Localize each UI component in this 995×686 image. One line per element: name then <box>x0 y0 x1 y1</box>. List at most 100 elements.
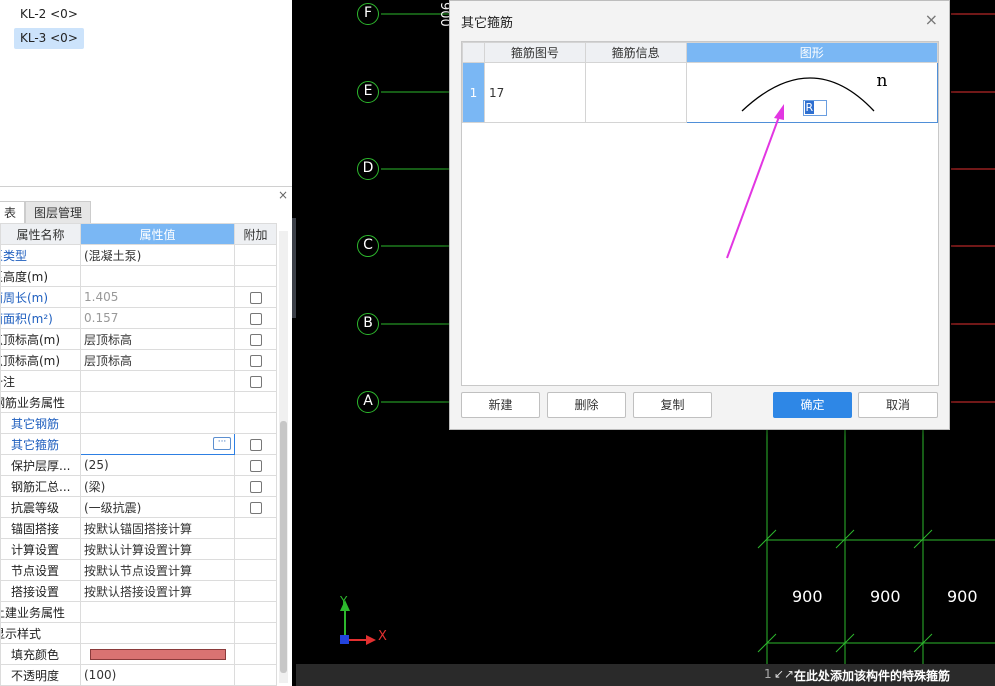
prop-group-name: 显示样式 <box>0 622 81 644</box>
new-button[interactable]: 新建 <box>461 392 540 418</box>
prop-value[interactable]: 0.157 <box>80 307 235 329</box>
table-row[interactable]: 锚固搭接 按默认锚固搭接计算 <box>0 517 277 539</box>
table-row[interactable]: 截面周长(m)1.405 <box>0 286 277 308</box>
prop-value[interactable]: (一级抗震) <box>80 496 235 518</box>
table-row[interactable]: 1 17 n R <box>462 62 939 123</box>
checkbox[interactable] <box>249 480 262 493</box>
prop-value[interactable] <box>80 412 235 434</box>
table-row[interactable]: 保护层厚... (25) <box>0 454 277 476</box>
prop-value[interactable] <box>80 370 235 392</box>
shape-param-text: R <box>804 101 815 114</box>
table-row[interactable]: 其它箍筋 ··· <box>0 433 277 455</box>
prop-name: 终点顶标高(m) <box>0 349 81 371</box>
prop-value[interactable]: 层顶标高 <box>80 349 235 371</box>
table-row[interactable]: 节点设置 按默认节点设置计算 <box>0 559 277 581</box>
row-number[interactable]: 1 <box>462 62 485 123</box>
table-row[interactable]: 终点顶标高(m)层顶标高 <box>0 349 277 371</box>
table-row[interactable]: 其它钢筋 <box>0 412 277 434</box>
axis-label-c[interactable]: C <box>357 235 379 257</box>
table-row[interactable]: 截面面积(m²)0.157 <box>0 307 277 329</box>
shape-param-input[interactable]: R <box>802 100 827 116</box>
checkbox[interactable] <box>249 354 262 367</box>
table-row[interactable]: 泵类型(混凝土泵) <box>0 244 277 266</box>
fill-color-value[interactable] <box>80 643 235 665</box>
checkbox[interactable] <box>249 291 262 304</box>
prop-value[interactable]: 1.405 <box>80 286 235 308</box>
prop-value <box>80 391 235 413</box>
dimension-text: 900 <box>792 587 823 606</box>
table-row[interactable]: 钢筋业务属性 <box>0 391 277 413</box>
prop-extra <box>234 517 277 539</box>
axis-label-b[interactable]: B <box>357 313 379 335</box>
table-row[interactable]: 填充颜色 <box>0 643 277 665</box>
dimension-text: 900 <box>947 587 978 606</box>
ok-button[interactable]: 确定 <box>773 392 852 418</box>
prop-name: 填充颜色 <box>0 643 81 665</box>
table-row[interactable]: 不透明度 (100) <box>0 664 277 686</box>
tab-properties[interactable]: 表 <box>0 201 26 223</box>
prop-value[interactable]: (25) <box>80 454 235 476</box>
prop-name: 备注 <box>0 370 81 392</box>
prop-value[interactable]: 按默认节点设置计算 <box>80 559 235 581</box>
axis-label-f[interactable]: F <box>357 3 379 25</box>
checkbox[interactable] <box>249 438 262 451</box>
prop-value[interactable]: 按默认计算设置计算 <box>80 538 235 560</box>
table-row[interactable]: 搭接设置 按默认搭接设置计算 <box>0 580 277 602</box>
delete-button[interactable]: 删除 <box>547 392 626 418</box>
prop-value[interactable]: 层顶标高 <box>80 328 235 350</box>
header-stirrup-code: 箍筋图号 <box>483 42 586 63</box>
prop-extra <box>234 433 277 455</box>
stirrup-code-cell[interactable]: 17 <box>483 62 586 123</box>
table-row[interactable]: 显示样式 <box>0 622 277 644</box>
table-row[interactable]: 抗震等级 (一级抗震) <box>0 496 277 518</box>
prop-extra <box>234 328 277 350</box>
prop-value[interactable]: (100) <box>80 664 235 686</box>
compress-icon[interactable]: ↙↗ <box>774 667 794 681</box>
prop-name: 锚固搭接 <box>0 517 81 539</box>
cancel-button[interactable]: 取消 <box>858 392 938 418</box>
axis-label-d[interactable]: D <box>357 158 379 180</box>
scroll-thumb[interactable] <box>280 421 287 673</box>
prop-value[interactable]: (混凝土泵) <box>80 244 235 266</box>
close-icon[interactable]: × <box>278 188 288 202</box>
table-row[interactable]: 钢筋汇总... (梁) <box>0 475 277 497</box>
checkbox[interactable] <box>249 333 262 346</box>
prop-extra <box>234 622 277 644</box>
prop-extra <box>234 475 277 497</box>
shape-cell[interactable]: n R <box>685 62 939 123</box>
header-value: 属性值 <box>80 223 235 245</box>
properties-scrollbar[interactable] <box>279 231 288 683</box>
tree-item-kl2[interactable]: KL-2 <0> <box>14 4 84 25</box>
checkbox[interactable] <box>249 375 262 388</box>
checkbox[interactable] <box>249 459 262 472</box>
prop-extra <box>234 580 277 602</box>
table-row[interactable]: 起点顶标高(m)层顶标高 <box>0 328 277 350</box>
close-icon[interactable]: × <box>925 10 938 29</box>
stirrup-info-cell[interactable] <box>584 62 687 123</box>
checkbox[interactable] <box>249 312 262 325</box>
axis-label-e[interactable]: E <box>357 81 379 103</box>
header-shape: 图形 <box>685 42 939 63</box>
prop-name: 不透明度 <box>0 664 81 686</box>
prop-value[interactable]: (梁) <box>80 475 235 497</box>
prop-value[interactable]: 按默认锚固搭接计算 <box>80 517 235 539</box>
axis-label-a[interactable]: A <box>357 391 379 413</box>
table-row[interactable]: 备注 <box>0 370 277 392</box>
prop-value[interactable]: 按默认搭接设置计算 <box>80 580 235 602</box>
ellipsis-button[interactable]: ··· <box>213 437 231 450</box>
tree-item-kl3[interactable]: KL-3 <0> <box>14 28 84 49</box>
table-row[interactable]: 计算设置 按默认计算设置计算 <box>0 538 277 560</box>
table-row[interactable]: 泵高度(m) <box>0 265 277 287</box>
prop-extra <box>234 391 277 413</box>
shape-label-n: n <box>876 71 888 91</box>
prop-value-selected[interactable]: ··· <box>80 433 235 455</box>
tab-layer-management[interactable]: 图层管理 <box>25 201 92 223</box>
prop-value[interactable] <box>80 265 235 287</box>
table-row[interactable]: 土建业务属性 <box>0 601 277 623</box>
fill-color-swatch[interactable] <box>90 649 226 660</box>
prop-group-name: 钢筋业务属性 <box>0 391 81 413</box>
checkbox[interactable] <box>249 501 262 514</box>
other-stirrup-dialog: 其它箍筋 × 箍筋图号 箍筋信息 图形 1 17 n R 新建 删除 复制 确定… <box>449 0 950 430</box>
copy-button[interactable]: 复制 <box>633 392 712 418</box>
properties-table: 属性名称 属性值 附加 泵类型(混凝土泵) 泵高度(m) 截面周长(m)1.40… <box>0 223 277 686</box>
